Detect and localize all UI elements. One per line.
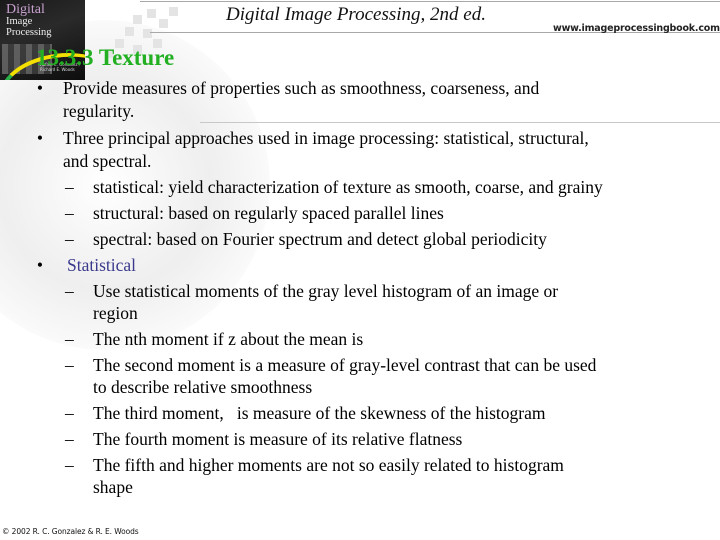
sub-item-moments: Use statistical moments of the gray leve…	[93, 281, 559, 301]
header-url: www.imageprocessingbook.com	[553, 23, 720, 34]
section-title: 13.3.3 Texture	[36, 45, 175, 70]
bullet-3-heading: Statistical	[67, 255, 137, 275]
dash-icon: –	[65, 429, 74, 449]
sub-item-third-moment: The third moment, is measure of the skew…	[93, 403, 546, 423]
dash-icon: –	[65, 455, 74, 475]
cover-title-line2: Image	[6, 16, 33, 27]
sub-item-second-moment: The second moment is a measure of gray-l…	[93, 355, 597, 375]
cover-title: Digital Image Processing	[6, 2, 52, 39]
footer-copyright: © 2002 R. C. Gonzalez & R. E. Woods	[2, 527, 139, 536]
dash-icon: –	[65, 355, 74, 375]
bullet-2-continuation: and spectral.	[63, 151, 152, 171]
bullet-2-text: Three principal approaches used in image…	[63, 128, 589, 148]
sub-item-fourth-moment: The fourth moment is measure of its rela…	[93, 429, 463, 449]
sub-item-nth-moment: The nth moment if z about the mean is	[93, 329, 364, 349]
sub-item-statistical: statistical: yield characterization of t…	[93, 177, 603, 197]
dash-icon: –	[65, 281, 74, 301]
header-rule-top	[140, 1, 720, 2]
sub-item-fifth-moment-continuation: shape	[93, 477, 133, 497]
dash-icon: –	[65, 229, 74, 249]
bullet-icon: •	[36, 78, 44, 98]
sub-item-second-moment-continuation: to describe relative smoothness	[93, 377, 313, 397]
dash-icon: –	[65, 203, 74, 223]
bullet-icon: •	[36, 255, 44, 275]
cover-title-line1: Digital	[6, 2, 45, 17]
dash-icon: –	[65, 177, 74, 197]
bullet-1-continuation: regularity.	[63, 101, 135, 121]
body-rule	[200, 122, 720, 123]
sub-item-spectral: spectral: based on Fourier spectrum and …	[93, 229, 547, 249]
sub-item-fifth-moment: The fifth and higher moments are not so …	[93, 455, 564, 475]
dash-icon: –	[65, 403, 74, 423]
sub-item-moments-continuation: region	[93, 303, 138, 323]
sub-item-structural: structural: based on regularly spaced pa…	[93, 203, 444, 223]
dash-icon: –	[65, 329, 74, 349]
bullet-icon: •	[36, 128, 44, 148]
bullet-1-text: Provide measures of properties such as s…	[63, 78, 540, 98]
header-title: Digital Image Processing, 2nd ed.	[226, 4, 486, 25]
cover-title-line3: Processing	[6, 27, 52, 38]
